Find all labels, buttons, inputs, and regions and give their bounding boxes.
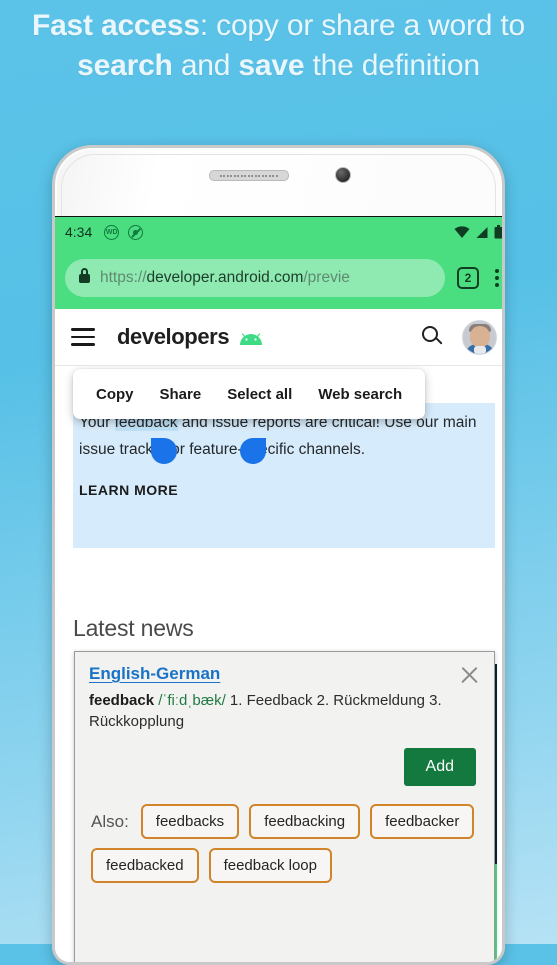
status-clock: 4:34	[65, 224, 93, 240]
battery-icon	[494, 225, 502, 239]
dictionary-word: feedback	[89, 692, 155, 709]
headline-text-3: the definition	[304, 49, 481, 82]
headline-bold-3: save	[238, 49, 305, 82]
dictionary-definition: feedback /ˈfiːdˌbæk/ 1. Feedback 2. Rück…	[75, 686, 494, 732]
front-camera	[334, 167, 351, 183]
text-selection-context-menu: Copy Share Select all Web search	[73, 369, 426, 419]
url-text: https://developer.android.com/previe	[100, 269, 350, 287]
lock-icon	[79, 267, 90, 283]
earpiece-speaker	[208, 170, 289, 181]
kebab-menu-icon[interactable]	[487, 269, 502, 287]
related-chip-feedbacked[interactable]: feedbacked	[91, 848, 199, 883]
hamburger-icon[interactable]	[71, 328, 95, 346]
related-chip-feedbacks[interactable]: feedbacks	[140, 804, 240, 839]
url-host: developer.android.com	[146, 269, 304, 286]
url-scheme: https://	[100, 269, 147, 286]
search-icon[interactable]	[422, 326, 444, 348]
page-content: Your feedback and issue reports are crit…	[55, 366, 502, 962]
wd-icon: WD	[104, 224, 120, 240]
dictionary-popup: English-German feedback /ˈfiːdˌbæk/ 1. F…	[74, 651, 495, 962]
tab-counter-button[interactable]: 2	[457, 267, 479, 289]
related-chip-feedback-loop[interactable]: feedback loop	[208, 848, 332, 883]
wifi-icon	[454, 225, 470, 238]
avatar[interactable]	[462, 319, 497, 355]
android-robot-logo	[240, 332, 263, 345]
signal-icon	[476, 226, 488, 238]
dictionary-header: English-German	[75, 652, 494, 686]
selection-handle-end[interactable]	[240, 438, 266, 464]
selection-handle-start[interactable]	[151, 438, 177, 464]
dictionary-add-row: Add	[75, 732, 494, 786]
related-chip-feedbacker[interactable]: feedbacker	[370, 804, 475, 839]
headline-text-1: : copy or share a word to	[199, 9, 526, 42]
phone-screen: 4:34 WD https://developer.android.com/pr…	[55, 216, 502, 962]
header-actions	[422, 319, 497, 355]
phone-mockup: 4:34 WD https://developer.android.com/pr…	[52, 145, 505, 965]
also-label: Also:	[91, 811, 129, 831]
learn-more-button[interactable]: LEARN MORE	[79, 482, 178, 498]
site-header: developers	[55, 309, 502, 366]
dictionary-related-row: Also: feedbacks feedbacking feedbacker f…	[91, 804, 482, 883]
latest-news-heading: Latest news	[73, 615, 194, 641]
headline-text-2: and	[172, 49, 239, 82]
headline-bold-1: Fast access	[31, 9, 200, 42]
status-icons-right	[454, 225, 502, 239]
status-bar: 4:34 WD	[55, 217, 502, 247]
brand-label: developers	[117, 324, 230, 349]
status-icons-left: WD	[104, 224, 144, 240]
browser-toolbar: https://developer.android.com/previe 2	[55, 247, 502, 309]
promo-headline: Fast access: copy or share a word to sea…	[0, 6, 557, 86]
related-chip-feedbacking[interactable]: feedbacking	[249, 804, 361, 839]
context-menu-item-web-search[interactable]: Web search	[305, 386, 415, 403]
context-menu-item-select-all[interactable]: Select all	[214, 386, 305, 403]
dictionary-language-link[interactable]: English-German	[89, 664, 220, 684]
add-button[interactable]: Add	[403, 748, 476, 786]
url-path: /previe	[303, 269, 350, 286]
dictionary-related-section: Also: feedbacks feedbacking feedbacker f…	[75, 786, 494, 883]
context-menu-item-copy[interactable]: Copy	[83, 386, 147, 403]
headline-bold-2: search	[77, 49, 173, 82]
do-not-disturb-icon	[128, 224, 144, 240]
url-input[interactable]: https://developer.android.com/previe	[65, 259, 445, 297]
close-icon[interactable]	[458, 664, 480, 686]
context-menu-item-share[interactable]: Share	[147, 386, 215, 403]
dictionary-phonetic: /ˈfiːdˌbæk/	[158, 692, 226, 709]
